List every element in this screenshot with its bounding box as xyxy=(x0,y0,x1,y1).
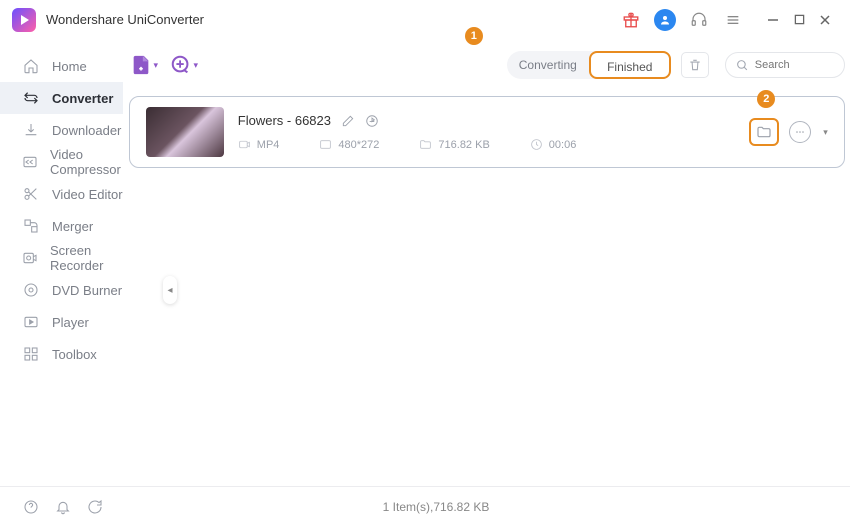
download-icon xyxy=(22,121,40,139)
gift-icon[interactable] xyxy=(620,9,642,31)
search-box[interactable] xyxy=(725,52,845,78)
sidebar-item-player[interactable]: Player xyxy=(0,306,123,338)
scissors-icon xyxy=(22,185,40,203)
statusbar: 1 Item(s),716.82 KB xyxy=(0,486,850,526)
callout-badge-1: 1 xyxy=(465,27,483,45)
sidebar-item-converter[interactable]: Converter xyxy=(0,82,123,114)
disc-icon xyxy=(22,281,40,299)
app-logo xyxy=(12,8,36,32)
user-avatar-icon[interactable] xyxy=(654,9,676,31)
sidebar-item-label: Home xyxy=(52,59,87,74)
headset-icon[interactable] xyxy=(688,9,710,31)
tab-converting[interactable]: Converting xyxy=(507,51,589,79)
sidebar-item-downloader[interactable]: Downloader xyxy=(0,114,123,146)
chevron-down-icon: ▾ xyxy=(194,60,199,71)
file-row: Flowers - 66823 MP4 480*272 71 xyxy=(129,96,845,168)
edit-name-icon[interactable] xyxy=(341,114,355,128)
more-options-button[interactable] xyxy=(789,121,811,143)
clock-icon xyxy=(530,138,543,151)
video-icon xyxy=(238,138,251,151)
tab-switcher: Converting Finished xyxy=(507,51,671,79)
chevron-down-icon[interactable]: ▾ xyxy=(823,127,828,138)
sidebar-item-label: DVD Burner xyxy=(52,283,122,298)
file-actions: 2 ▾ xyxy=(749,118,828,146)
sidebar-item-label: Merger xyxy=(52,219,93,234)
dimensions-icon xyxy=(319,138,332,151)
file-format: MP4 xyxy=(238,138,280,151)
recorder-icon xyxy=(22,249,38,267)
sidebar-item-label: Downloader xyxy=(52,123,121,138)
file-name: Flowers - 66823 xyxy=(238,113,331,128)
sidebar-item-toolbox[interactable]: Toolbox xyxy=(0,338,123,370)
sidebar-item-label: Toolbox xyxy=(52,347,97,362)
toolbox-icon xyxy=(22,345,40,363)
help-icon[interactable] xyxy=(22,498,40,516)
maximize-button[interactable] xyxy=(786,7,812,33)
tab-finished[interactable]: Finished xyxy=(589,51,671,79)
play-icon xyxy=(22,313,40,331)
sidebar: Home Converter Downloader Video Compress… xyxy=(0,40,123,486)
chevron-down-icon: ▾ xyxy=(154,60,159,71)
callout-badge-2: 2 xyxy=(757,90,775,108)
sidebar-item-home[interactable]: Home xyxy=(0,50,123,82)
sidebar-item-merger[interactable]: Merger xyxy=(0,210,123,242)
sidebar-item-label: Video Editor xyxy=(52,187,123,202)
bell-icon[interactable] xyxy=(54,498,72,516)
file-duration: 00:06 xyxy=(530,138,577,151)
sidebar-item-label: Converter xyxy=(52,91,113,106)
content-area: ▾ ▾ 1 Converting Finished xyxy=(123,40,850,486)
titlebar: Wondershare UniConverter xyxy=(0,0,850,40)
minimize-button[interactable] xyxy=(760,7,786,33)
clear-list-button[interactable] xyxy=(681,52,709,78)
hamburger-menu-icon[interactable] xyxy=(722,9,744,31)
converter-icon xyxy=(22,89,40,107)
video-thumbnail xyxy=(146,107,224,157)
feedback-icon[interactable] xyxy=(86,498,104,516)
sidebar-item-recorder[interactable]: Screen Recorder xyxy=(0,242,123,274)
close-button[interactable] xyxy=(812,7,838,33)
merge-icon xyxy=(22,217,40,235)
home-icon xyxy=(22,57,40,75)
file-size: 716.82 KB xyxy=(419,138,489,151)
sidebar-item-editor[interactable]: Video Editor xyxy=(0,178,123,210)
sidebar-item-label: Player xyxy=(52,315,89,330)
add-file-button[interactable]: ▾ xyxy=(129,50,159,80)
sidebar-item-dvd[interactable]: DVD Burner xyxy=(0,274,123,306)
app-title: Wondershare UniConverter xyxy=(46,12,204,27)
compress-icon xyxy=(22,153,38,171)
open-folder-button[interactable] xyxy=(749,118,779,146)
sidebar-item-compressor[interactable]: Video Compressor xyxy=(0,146,123,178)
add-url-button[interactable]: ▾ xyxy=(169,50,199,80)
content-toolbar: ▾ ▾ 1 Converting Finished xyxy=(129,40,845,90)
window-controls xyxy=(760,7,838,33)
sidebar-item-label: Video Compressor xyxy=(50,147,123,177)
search-icon xyxy=(736,59,749,72)
search-input[interactable] xyxy=(755,59,833,71)
folder-icon xyxy=(419,138,432,151)
file-resolution: 480*272 xyxy=(319,138,379,151)
status-summary: 1 Item(s),716.82 KB xyxy=(104,500,768,514)
share-icon[interactable] xyxy=(365,114,379,128)
sidebar-item-label: Screen Recorder xyxy=(50,243,123,273)
